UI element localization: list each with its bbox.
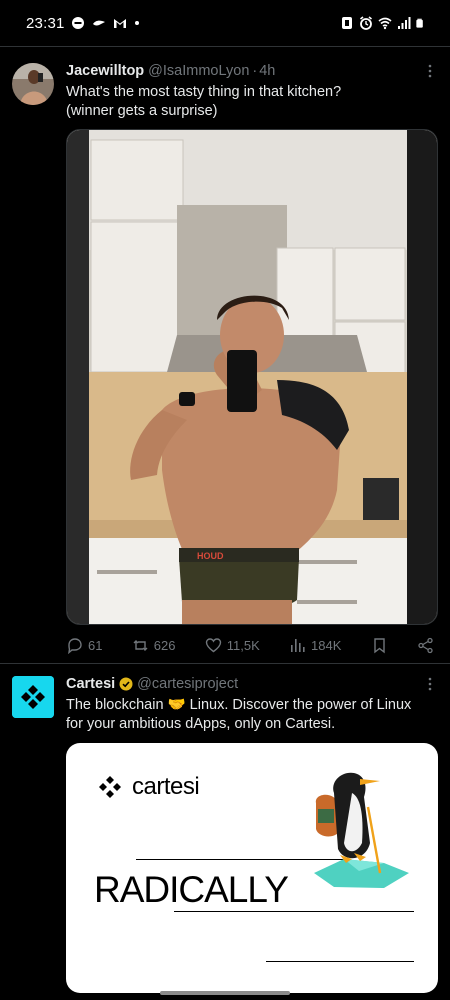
- views-count: 184K: [311, 637, 342, 653]
- status-time: 23:31: [26, 14, 65, 32]
- author-handle[interactable]: @cartesiproject: [137, 676, 238, 692]
- penguin-illustration: [314, 772, 409, 888]
- more-notifications-dot-icon: [134, 21, 139, 25]
- views-action[interactable]: 184K: [289, 637, 341, 654]
- cartesi-logo-icon: [99, 776, 121, 798]
- repost-action[interactable]: 626: [132, 637, 176, 654]
- tweet-media[interactable]: HOUD: [66, 129, 438, 625]
- tweet-header: Cartesi @cartesiproject: [66, 674, 438, 694]
- author-handle[interactable]: @IsaImmoLyon: [148, 63, 249, 79]
- card-logo: cartesi: [96, 773, 200, 801]
- tweet-text-line: (winner gets a surprise): [66, 103, 218, 119]
- tweet-text: The blockchain 🤝 Linux. Discover the pow…: [66, 696, 438, 734]
- like-action[interactable]: 11,5K: [205, 637, 260, 654]
- card-logo-text: cartesi: [132, 773, 200, 800]
- home-indicator[interactable]: [160, 991, 290, 995]
- cartesi-logo-icon: [12, 676, 54, 718]
- underwear-brand: HOUD: [197, 551, 224, 561]
- reply-count: 61: [88, 637, 103, 653]
- tweet-header: Jacewilltop @IsaImmoLyon · 4h: [66, 61, 438, 81]
- tweet-time[interactable]: 4h: [259, 63, 275, 79]
- tweet-jacewilltop[interactable]: Jacewilltop @IsaImmoLyon · 4h What's the…: [0, 47, 450, 663]
- tweet-text-line: for your ambitious dApps, only on Cartes…: [66, 716, 336, 732]
- repost-count: 626: [153, 637, 176, 653]
- bookmark-action[interactable]: [371, 637, 388, 654]
- separator-dot: ·: [252, 63, 258, 79]
- repost-icon: [133, 639, 148, 651]
- mirror-selfie-photo: HOUD: [67, 130, 437, 624]
- tweet-text-line: The blockchain 🤝 Linux. Discover the pow…: [66, 696, 438, 715]
- tweet-text-segment: The blockchain: [66, 697, 164, 713]
- avatar[interactable]: [12, 676, 54, 718]
- share-action[interactable]: [417, 637, 434, 654]
- gmail-icon: [113, 19, 126, 28]
- verified-badge-icon: [119, 677, 133, 691]
- do-not-disturb-icon: [71, 17, 84, 29]
- reply-action[interactable]: 61: [66, 637, 102, 654]
- status-bar: 23:31: [0, 0, 450, 46]
- tweet-actions: 61 626 11,5K 184K: [66, 625, 438, 665]
- share-icon: [418, 637, 433, 653]
- avatar-photo: [12, 63, 54, 105]
- nfc-icon: [342, 17, 352, 29]
- tweet-cartesi[interactable]: Cartesi @cartesiproject The blockchain 🤝…: [0, 664, 450, 1000]
- status-right: [340, 16, 426, 30]
- card-line: [266, 961, 414, 962]
- author-name[interactable]: Jacewilltop: [66, 63, 144, 79]
- battery-icon: [416, 18, 423, 28]
- handshake-emoji-icon: 🤝: [167, 697, 186, 713]
- card-line: [174, 911, 414, 912]
- promo-card[interactable]: cartesi RADICALLY: [66, 743, 438, 993]
- more-options-icon[interactable]: [422, 676, 438, 692]
- reply-icon: [68, 637, 82, 654]
- bookmark-icon: [373, 637, 385, 653]
- card-headline: RADICALLY: [94, 869, 289, 910]
- more-options-icon[interactable]: [422, 63, 438, 79]
- tweet-text-line: What's the most tasty thing in that kitc…: [66, 84, 342, 100]
- heart-icon: [205, 637, 221, 652]
- tweet-body: Cartesi @cartesiproject The blockchain 🤝…: [66, 674, 438, 993]
- tweet-text-segment: Linux. Discover the power of Linux: [189, 697, 412, 713]
- like-count: 11,5K: [226, 637, 260, 653]
- views-icon: [291, 638, 305, 652]
- avatar[interactable]: [12, 63, 54, 105]
- tweet-body: Jacewilltop @IsaImmoLyon · 4h What's the…: [66, 61, 438, 665]
- status-left: 23:31: [26, 15, 139, 32]
- author-name[interactable]: Cartesi: [66, 676, 115, 692]
- signal-icon: [398, 17, 411, 29]
- bird-notification-icon: [92, 20, 105, 26]
- tweet-text: What's the most tasty thing in that kitc…: [66, 83, 438, 121]
- alarm-icon: [360, 16, 372, 30]
- wifi-icon: [378, 17, 392, 30]
